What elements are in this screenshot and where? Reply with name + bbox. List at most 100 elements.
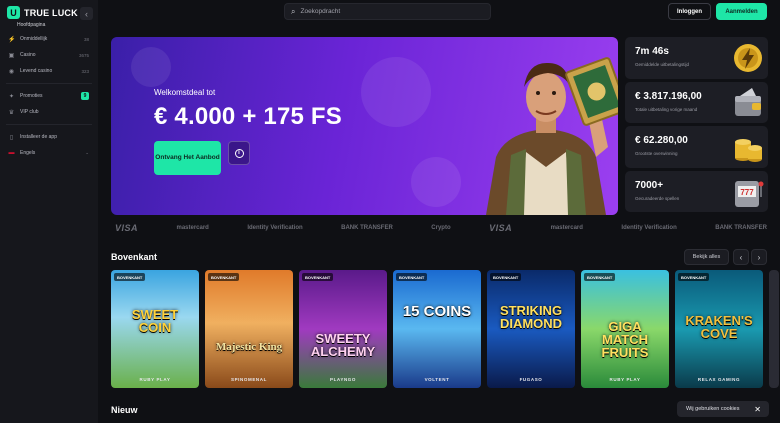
sidebar-item-vip[interactable]: ♛ VIP club [0, 104, 98, 120]
chevron-left-icon: ‹ [739, 252, 743, 262]
sidebar-item-promotions[interactable]: ✦ Promoties 9 [0, 88, 98, 104]
game-card[interactable]: BOVENKANT 15 COINS VOLTENT [393, 270, 481, 388]
sidebar: U TRUE LUCK ‹ Hoofdpagina ⚡ Onmiddellijk… [0, 0, 98, 423]
bolt-icon: ⚡ [8, 36, 16, 43]
payment-logos-strip: VISA mastercard Identity Verification BA… [111, 219, 771, 237]
decor [361, 57, 431, 127]
lightning-coin-icon [734, 44, 762, 72]
search-input[interactable]: ⌕ Zoekopdracht [284, 3, 491, 20]
cookie-text: Wij gebruiken cookies [686, 406, 740, 412]
see-all-button[interactable]: Bekijk alles [684, 249, 729, 265]
sidebar-item-casino[interactable]: ▣ Casino 3675 [0, 47, 98, 63]
crypto-logo: Crypto [431, 225, 451, 231]
sidebar-item-label: Levend casino [20, 68, 53, 74]
sidebar-item-count: 323 [81, 68, 89, 74]
bank-transfer-logo: BANK TRANSFER [341, 225, 393, 231]
offer-info-button[interactable]: i [228, 141, 250, 165]
game-tag: BOVENKANT [302, 273, 334, 281]
game-provider: SPINOMENAL [230, 377, 267, 382]
signup-button[interactable]: Aanmelden [716, 3, 767, 20]
close-icon[interactable]: ✕ [754, 405, 761, 414]
decor [411, 157, 461, 207]
search-icon: ⌕ [291, 6, 296, 16]
claim-offer-button[interactable]: Ontvang Het Aanbod [154, 141, 221, 175]
game-card[interactable]: BOVENKANT GIGA MATCH FRUITS RUBY PLAY [581, 270, 669, 388]
game-card[interactable]: BOVENKANT SWEET COIN RUBY PLAY [111, 270, 199, 388]
mastercard-logo: mastercard [176, 225, 209, 231]
sidebar-item-label: Promoties [20, 93, 43, 99]
chevron-right-icon: › [757, 252, 761, 262]
game-tag: BOVENKANT [678, 273, 710, 281]
sidebar-item-instant[interactable]: ⚡ Onmiddellijk 38 [0, 31, 98, 47]
game-tag: BOVENKANT [208, 273, 240, 281]
game-card[interactable]: BOVENKANT STRIKING DIAMOND FUGASO [487, 270, 575, 388]
divider [6, 83, 92, 84]
game-title: KRAKEN'S COVE [685, 313, 753, 341]
carousel-next-button[interactable]: › [751, 249, 767, 265]
collapse-sidebar-button[interactable]: ‹ [80, 7, 93, 20]
home-tooltip: Hoofdpagina [17, 22, 46, 28]
carousel-prev-button[interactable]: ‹ [733, 249, 749, 265]
sidebar-item-label: VIP club [20, 109, 39, 115]
decor [131, 47, 171, 87]
sidebar-item-label: Onmiddellijk [20, 36, 48, 42]
game-tag: BOVENKANT [114, 273, 146, 281]
divider [6, 124, 92, 125]
identity-verification-logo: Identity Verification [247, 225, 303, 231]
coin-stack-icon [735, 139, 762, 162]
flag-icon: ▬ [8, 150, 15, 156]
gift-icon: ✦ [8, 93, 15, 100]
sidebar-item-count: 38 [83, 36, 89, 42]
visa-logo: VISA [489, 223, 513, 233]
game-card[interactable]: BOVENKANT KRAKEN'S COVE RELAX GAMING [675, 270, 763, 388]
sidebar-item-live-casino[interactable]: ◉ Levend casino 323 [0, 63, 98, 79]
search-placeholder: Zoekopdracht [300, 8, 341, 15]
stat-card-payout-time: 7m 46s Gemiddelde uitbetalingstijd [625, 37, 768, 79]
game-title: GIGA MATCH FRUITS [601, 319, 649, 360]
game-provider: RUBY PLAY [609, 377, 641, 382]
sidebar-item-install-app[interactable]: ▯ Installeer de app [0, 129, 98, 145]
top-bar: ⌕ Zoekopdracht Inloggen Aanmelden [98, 0, 780, 26]
section-title-top: Bovenkant [111, 252, 158, 262]
game-title: Majestic King [215, 341, 283, 353]
game-card[interactable]: BOVENKANT SWEETY ALCHEMY PLAYNGO [299, 270, 387, 388]
stat-card-monthly-payout: € 3.817.196,00 Totale uitbetaling vorige… [625, 81, 768, 123]
game-title: STRIKING DIAMOND [499, 303, 563, 331]
explorer-character-illustration [486, 57, 618, 215]
game-provider: PLAYNGO [329, 377, 357, 382]
game-provider: RELAX GAMING [697, 377, 741, 382]
sidebar-item-label: Installeer de app [20, 134, 57, 140]
live-icon: ◉ [8, 68, 15, 75]
download-icon: ▯ [9, 134, 14, 141]
promotions-badge: 9 [81, 92, 89, 100]
sidebar-item-label: Casino [20, 52, 36, 58]
banner-subtitle: Welkomstdeal tot [154, 88, 216, 97]
brand-logo[interactable]: U TRUE LUCK [7, 6, 78, 19]
sidebar-item-label: Engels [20, 150, 36, 156]
info-icon: i [234, 148, 244, 158]
game-tag: BOVENKANT [584, 273, 616, 281]
bank-transfer-logo: BANK TRANSFER [715, 225, 767, 231]
welcome-banner[interactable]: Welkomstdeal tot € 4.000 + 175 FS Ontvan… [111, 37, 618, 215]
svg-text:777: 777 [740, 188, 754, 197]
wallet-icon [735, 87, 761, 116]
game-title: 15 COINS [402, 303, 472, 320]
slot-machine-icon: 777 [735, 180, 764, 207]
game-title: SWEET COIN [131, 307, 179, 335]
identity-verification-logo: Identity Verification [621, 225, 677, 231]
sidebar-item-count: 3675 [78, 52, 89, 58]
slot-icon: ▣ [8, 52, 15, 59]
stat-card-games: 7000+ Gecuradeerde spellen 777 [625, 170, 768, 212]
cookie-notice: Wij gebruiken cookies ✕ [677, 401, 769, 417]
game-provider: VOLTENT [424, 377, 450, 382]
game-card-partial[interactable] [769, 270, 779, 388]
login-button[interactable]: Inloggen [668, 3, 711, 20]
visa-logo: VISA [115, 223, 139, 233]
mastercard-logo: mastercard [550, 225, 583, 231]
language-selector[interactable]: ▬ Engels ⌄ [0, 145, 98, 161]
game-card[interactable]: BOVENKANT Majestic King SPINOMENAL [205, 270, 293, 388]
logo-mark-icon: U [7, 6, 20, 19]
section-title-new: Nieuw [111, 405, 138, 415]
top-games-carousel: BOVENKANT SWEET COIN RUBY PLAY BOVENKANT… [111, 270, 780, 388]
game-title: SWEETY ALCHEMY [310, 331, 376, 359]
